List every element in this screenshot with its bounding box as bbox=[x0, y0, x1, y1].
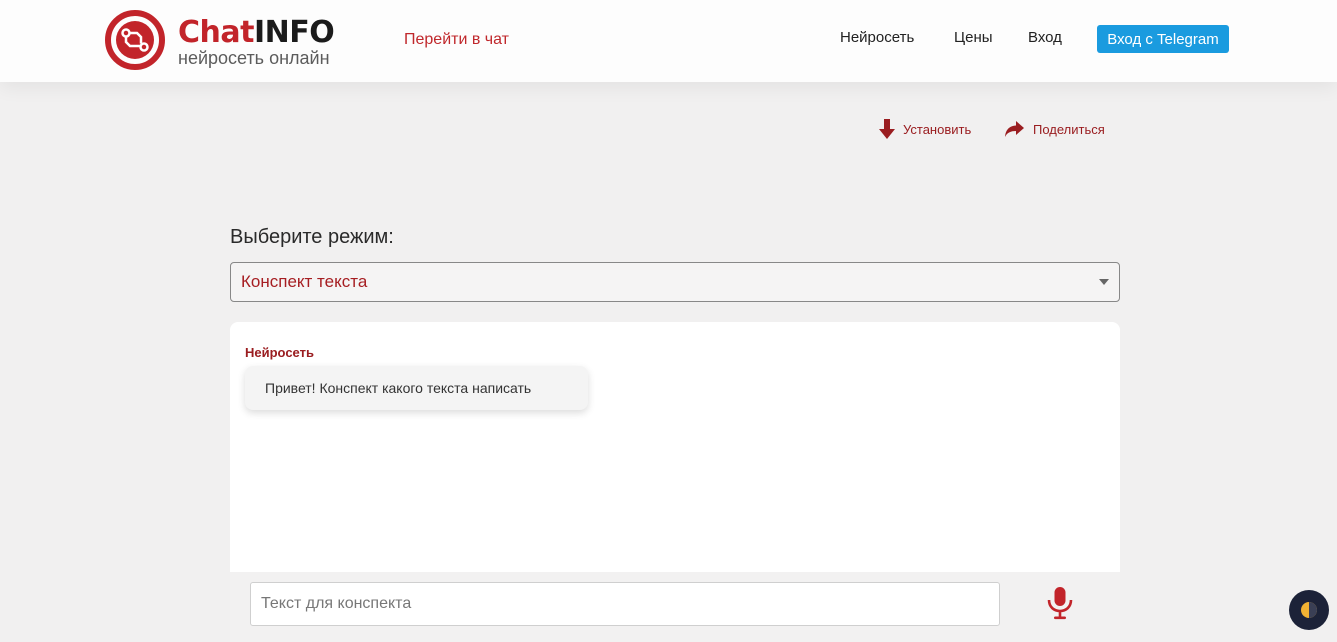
mode-label: Выберите режим: bbox=[230, 226, 394, 248]
circuit-logo-icon bbox=[105, 10, 165, 70]
mode-selected-value: Конспект текста bbox=[241, 272, 368, 291]
theme-toggle-button[interactable] bbox=[1289, 590, 1329, 630]
message-sender: Нейросеть bbox=[245, 345, 314, 360]
telegram-login-button[interactable]: Вход с Telegram bbox=[1097, 25, 1229, 53]
mode-select[interactable]: Конспект текста bbox=[230, 262, 1120, 302]
nav-prices-link[interactable]: Цены bbox=[954, 29, 993, 46]
install-button[interactable]: Установить bbox=[879, 118, 971, 140]
logo-tagline: нейросеть онлайн bbox=[178, 48, 330, 68]
site-header: ChatINFO нейросеть онлайн Перейти в чат … bbox=[0, 0, 1337, 82]
chat-text-input[interactable] bbox=[250, 582, 1000, 626]
install-label: Установить bbox=[903, 121, 972, 137]
nav-neural-link[interactable]: Нейросеть bbox=[840, 29, 914, 46]
microphone-icon[interactable] bbox=[1046, 586, 1074, 620]
half-moon-icon bbox=[1301, 602, 1317, 618]
share-label: Поделиться bbox=[1033, 121, 1105, 137]
nav-login-link[interactable]: Вход bbox=[1028, 29, 1062, 46]
download-arrow-icon bbox=[879, 119, 895, 139]
chevron-down-icon bbox=[1099, 279, 1109, 285]
chat-input-bar bbox=[230, 572, 1120, 642]
chat-panel: Нейросеть Привет! Конспект какого текста… bbox=[230, 322, 1120, 642]
share-button[interactable]: Поделиться bbox=[1004, 118, 1105, 140]
message-bubble: Привет! Конспект какого текста написать bbox=[245, 366, 588, 410]
logo[interactable]: ChatINFO нейросеть онлайн bbox=[104, 8, 344, 72]
share-arrow-icon bbox=[1005, 121, 1024, 137]
logo-brand: ChatINFO bbox=[178, 15, 335, 50]
go-to-chat-link[interactable]: Перейти в чат bbox=[404, 31, 509, 49]
